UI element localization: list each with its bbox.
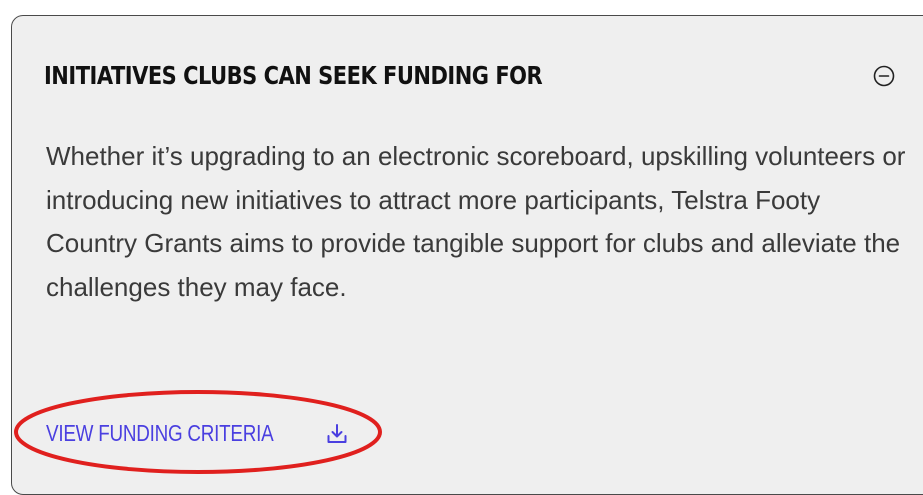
accordion-title[interactable]: INITIATIVES CLUBS CAN SEEK FUNDING FOR <box>44 56 543 96</box>
view-funding-criteria-label: VIEW FUNDING CRITERIA <box>46 420 274 446</box>
download-icon <box>326 423 348 445</box>
view-funding-criteria-link[interactable]: VIEW FUNDING CRITERIA <box>46 420 348 447</box>
minus-circle-icon <box>873 65 895 87</box>
accordion-body-text: Whether it’s upgrading to an electronic … <box>46 141 906 302</box>
collapse-button[interactable] <box>870 62 898 90</box>
